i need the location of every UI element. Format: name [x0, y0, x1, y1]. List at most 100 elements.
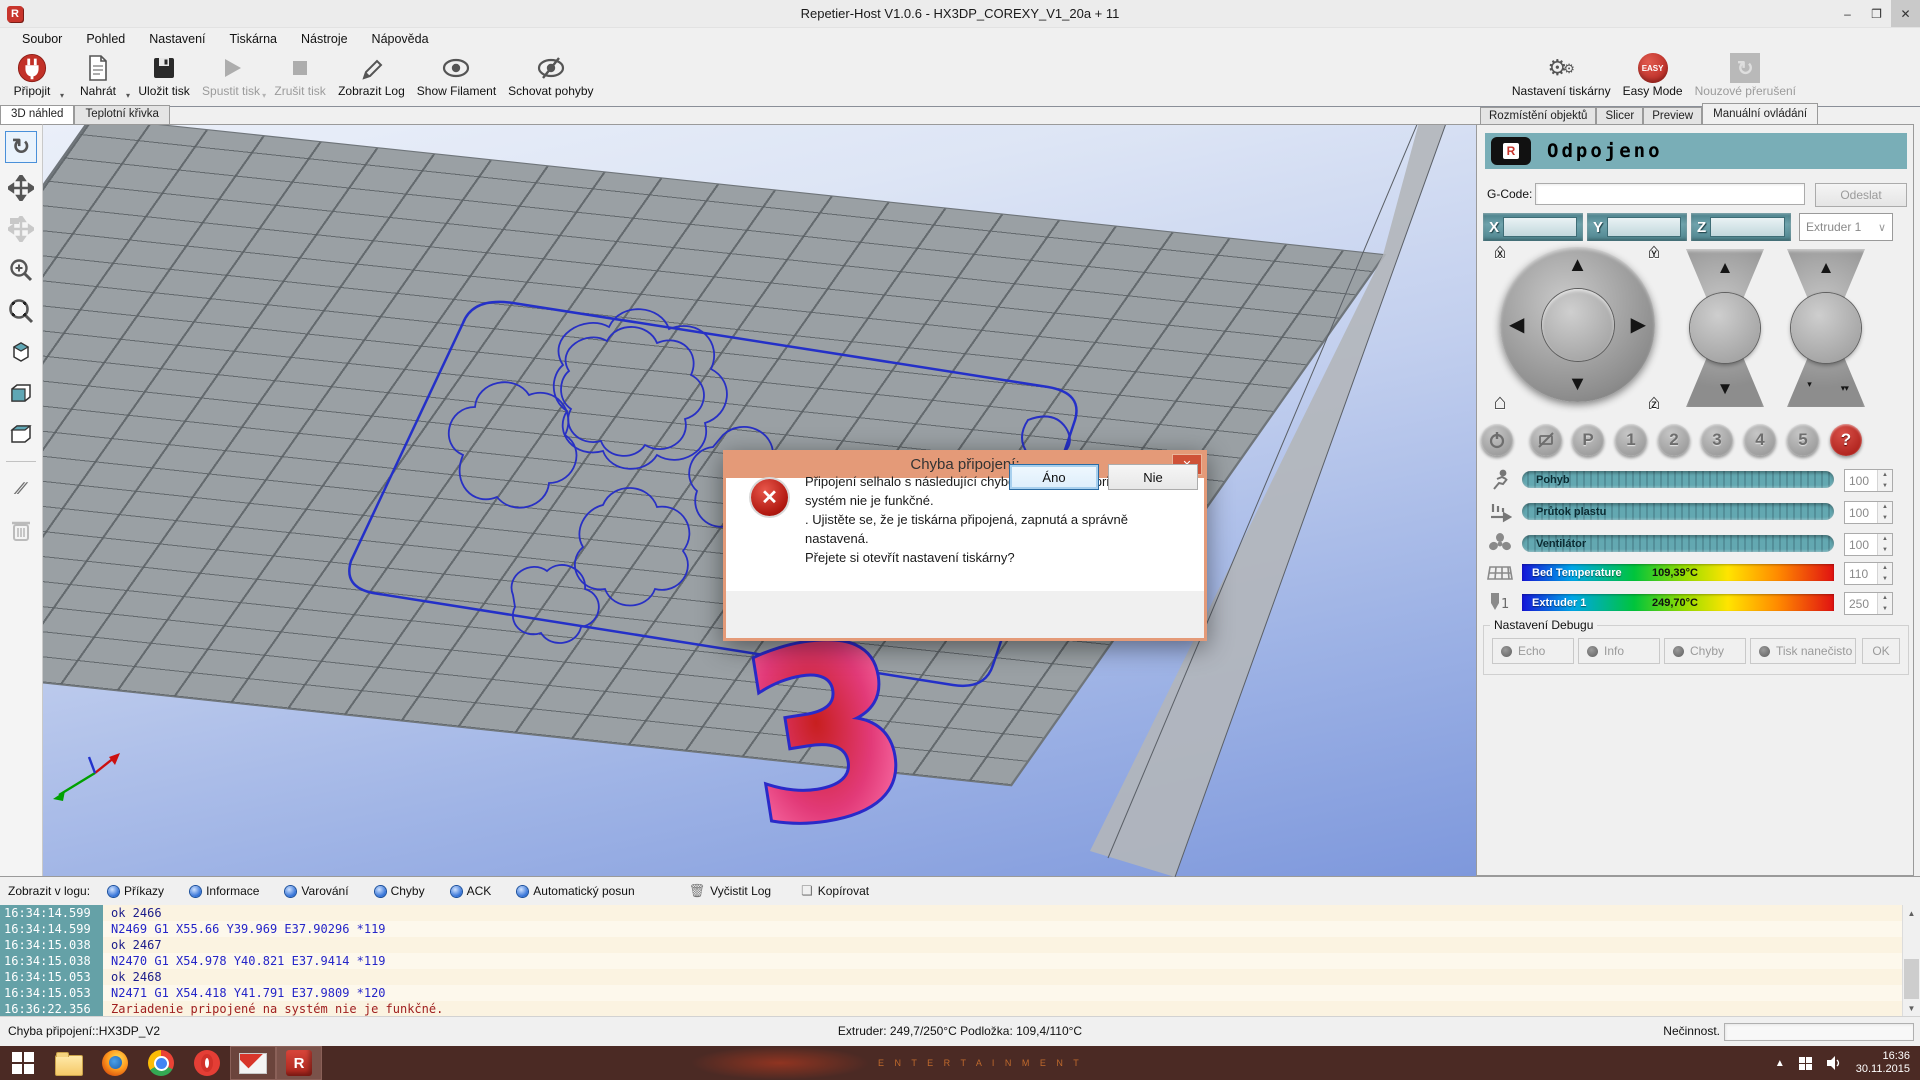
spin-up-icon[interactable]: ▲ — [1878, 502, 1892, 513]
debug-echo-button[interactable]: Echo — [1492, 638, 1574, 664]
zoom-tool[interactable] — [5, 254, 37, 286]
taskbar-repetier-host[interactable]: R — [276, 1046, 322, 1080]
home-y-button[interactable]: ⌂Y — [1639, 238, 1669, 264]
tab-preview[interactable]: Preview — [1643, 107, 1702, 124]
filter-warnings-toggle[interactable]: Varování — [285, 884, 348, 898]
y-position-field[interactable] — [1607, 217, 1681, 237]
spin-up-icon[interactable]: ▲ — [1878, 534, 1892, 545]
fan-slider[interactable]: Ventilátor — [1522, 535, 1834, 552]
speed-slider[interactable]: Pohyb — [1522, 471, 1834, 488]
quick-button-1[interactable]: 1 — [1615, 424, 1647, 456]
minimize-button[interactable]: – — [1833, 0, 1862, 27]
flow-slider[interactable]: Průtok plastu — [1522, 503, 1834, 520]
home-x-button[interactable]: ⌂X — [1485, 238, 1515, 264]
move-view-tool[interactable] — [5, 172, 37, 204]
tab-object-placement[interactable]: Rozmístění objektů — [1480, 107, 1596, 124]
taskbar-opera[interactable] — [184, 1046, 230, 1080]
fan-value-spinner[interactable]: 100 ▲▼ — [1844, 533, 1893, 556]
bed-target-spinner[interactable]: 110 ▲▼ — [1844, 562, 1893, 585]
quick-button-5[interactable]: 5 — [1787, 424, 1819, 456]
spin-up-icon[interactable]: ▲ — [1878, 470, 1892, 481]
maximize-button[interactable]: ❐ — [1862, 0, 1891, 27]
yes-button[interactable]: Áno — [1009, 464, 1099, 490]
taskbar-explorer[interactable] — [46, 1046, 92, 1080]
debug-dry-run-button[interactable]: Tisk nanečisto — [1750, 638, 1856, 664]
taskbar-chrome[interactable] — [138, 1046, 184, 1080]
z-up-icon[interactable]: ▲ — [1717, 259, 1734, 276]
filter-info-toggle[interactable]: Informace — [190, 884, 259, 898]
retract-small-icon[interactable]: ▾ — [1807, 380, 1811, 389]
quick-button-3[interactable]: 3 — [1701, 424, 1733, 456]
tab-slicer[interactable]: Slicer — [1596, 107, 1643, 124]
power-button[interactable] — [1481, 424, 1513, 456]
debug-ok-button[interactable]: OK — [1862, 638, 1900, 664]
speaker-icon[interactable] — [1826, 1055, 1842, 1071]
parallel-lines-tool[interactable]: ∕∕ — [5, 473, 37, 505]
scroll-down-icon[interactable]: ▼ — [1903, 1000, 1920, 1017]
jog-x-plus-icon[interactable]: ▶ — [1631, 315, 1646, 335]
home-z-button[interactable]: ⌂Z — [1639, 389, 1669, 415]
spin-down-icon[interactable]: ▼ — [1878, 545, 1892, 556]
spin-up-icon[interactable]: ▲ — [1878, 563, 1892, 574]
printer-settings-button[interactable]: ⚙⚙ Nastavení tiskárny — [1506, 50, 1617, 100]
z-position-field[interactable] — [1710, 217, 1785, 237]
jog-y-plus-icon[interactable]: ▲ — [1568, 255, 1588, 275]
x-position-field[interactable] — [1503, 217, 1577, 237]
extrude-up-icon[interactable]: ▲ — [1818, 259, 1835, 276]
front-view-tool[interactable] — [5, 377, 37, 409]
tab-temperature-curve[interactable]: Teplotní křivka — [74, 105, 170, 124]
extruder-select[interactable]: Extruder 1 ∨ — [1799, 213, 1893, 241]
quick-button-p[interactable]: P — [1572, 424, 1604, 456]
rotate-view-tool[interactable]: ↻ — [5, 131, 37, 163]
scroll-up-icon[interactable]: ▲ — [1903, 905, 1920, 922]
jog-x-minus-icon[interactable]: ◀ — [1509, 315, 1524, 335]
load-dropdown-icon[interactable]: ▾ — [126, 91, 130, 100]
extruder-target-spinner[interactable]: 250 ▲▼ — [1844, 592, 1893, 615]
flow-value-spinner[interactable]: 100 ▲▼ — [1844, 501, 1893, 524]
isometric-view-tool[interactable] — [5, 336, 37, 368]
tab-manual-control[interactable]: Manuální ovládání — [1702, 103, 1818, 124]
gcode-input[interactable] — [1535, 183, 1805, 205]
filter-commands-toggle[interactable]: Příkazy — [108, 884, 164, 898]
menu-nastaveni[interactable]: Nastavení — [137, 30, 217, 48]
spin-up-icon[interactable]: ▲ — [1878, 593, 1892, 604]
tray-network-icon[interactable] — [1799, 1057, 1812, 1070]
save-print-button[interactable]: Uložit tisk — [132, 50, 196, 100]
spin-down-icon[interactable]: ▼ — [1878, 513, 1892, 524]
menu-pohled[interactable]: Pohled — [74, 30, 137, 48]
debug-info-button[interactable]: Info — [1578, 638, 1660, 664]
home-all-button[interactable]: ⌂ — [1485, 389, 1515, 415]
hide-travel-button[interactable]: Schovat pohyby — [502, 50, 599, 100]
scrollbar-thumb[interactable] — [1904, 959, 1919, 999]
speed-value-spinner[interactable]: 100 ▲▼ — [1844, 469, 1893, 492]
debug-errors-button[interactable]: Chyby — [1664, 638, 1746, 664]
filter-ack-toggle[interactable]: ACK — [451, 884, 492, 898]
spin-down-icon[interactable]: ▼ — [1878, 574, 1892, 585]
clear-log-button[interactable]: 🗑Vyčistit Log — [689, 883, 771, 899]
tab-3d-view[interactable]: 3D náhled — [0, 105, 74, 124]
menu-nastroje[interactable]: Nástroje — [289, 30, 360, 48]
filter-errors-toggle[interactable]: Chyby — [375, 884, 425, 898]
taskbar-clock[interactable]: 16:36 30.11.2015 — [1856, 1050, 1910, 1076]
spin-down-icon[interactable]: ▼ — [1878, 481, 1892, 492]
bed-temperature-bar[interactable]: Bed Temperature 109,39°C — [1522, 564, 1834, 581]
spin-down-icon[interactable]: ▼ — [1878, 604, 1892, 615]
quick-button-4[interactable]: 4 — [1744, 424, 1776, 456]
show-filament-button[interactable]: Show Filament — [411, 50, 502, 100]
start-button[interactable] — [0, 1046, 46, 1080]
close-button[interactable]: ✕ — [1891, 0, 1920, 27]
no-button[interactable]: Nie — [1108, 464, 1198, 490]
taskbar-firefox[interactable] — [92, 1046, 138, 1080]
log-scrollbar[interactable]: ▲ ▼ — [1902, 905, 1920, 1017]
show-log-button[interactable]: Zobrazit Log — [332, 50, 411, 100]
z-down-icon[interactable]: ▼ — [1717, 380, 1734, 397]
xy-jog-pad[interactable]: ▲ ▼ ◀ ▶ — [1500, 247, 1655, 402]
copy-log-button[interactable]: ❏Kopírovat — [801, 883, 869, 899]
retract-fast-icon[interactable]: ▾▾ — [1841, 384, 1848, 393]
park-button[interactable] — [1530, 424, 1562, 456]
menu-napoveda[interactable]: Nápověda — [360, 30, 441, 48]
top-view-tool[interactable] — [5, 418, 37, 450]
tray-expand-icon[interactable]: ▲ — [1775, 1058, 1785, 1069]
connect-button[interactable]: Připojit — [0, 50, 64, 100]
log-entries[interactable]: 16:34:14.599ok 2466 16:34:14.599N2469 G1… — [0, 905, 1903, 1017]
